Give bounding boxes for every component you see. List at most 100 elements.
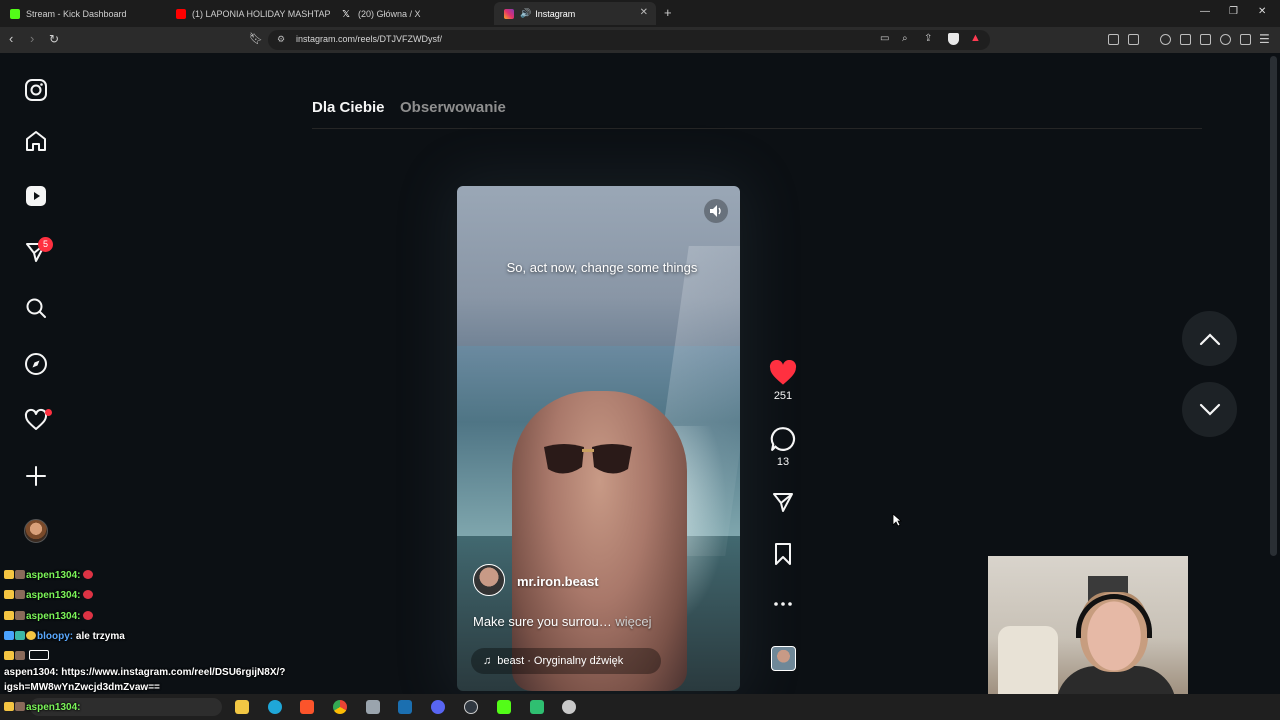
emote-icon <box>83 590 94 599</box>
cast-icon[interactable]: ▭ <box>880 33 889 44</box>
search-icon[interactable] <box>22 294 50 322</box>
tab-for-you[interactable]: Dla Ciebie <box>312 99 385 116</box>
new-tab-button[interactable]: + <box>664 5 672 20</box>
reels-icon[interactable] <box>22 182 50 210</box>
close-window-icon[interactable]: ✕ <box>1258 6 1266 17</box>
chat-username[interactable]: aspen1304: <box>26 611 80 622</box>
like-action[interactable]: 251 <box>768 360 798 402</box>
chat-username[interactable]: aspen1304: <box>26 570 80 581</box>
bookmark-icon[interactable] <box>772 542 794 566</box>
reel-video[interactable]: So, act now, change some things mr.iron.… <box>457 186 740 691</box>
reload-icon[interactable]: ↻ <box>49 32 59 46</box>
chat-username[interactable]: aspen1304: <box>26 702 80 713</box>
audio-thumbnail[interactable] <box>771 646 796 671</box>
reel-caption[interactable]: Make sure you surrou… więcej <box>473 614 651 629</box>
url-text: instagram.com/reels/DTJVFZWDysf/ <box>296 34 443 44</box>
home-icon[interactable] <box>22 127 50 155</box>
chat-username[interactable]: aspen1304: <box>26 590 80 601</box>
author-avatar[interactable] <box>473 564 505 596</box>
rewards-icon[interactable]: ▲ <box>970 32 981 44</box>
previous-reel-button[interactable] <box>1182 311 1237 366</box>
close-tab-icon[interactable]: ✕ <box>640 7 648 18</box>
save-action[interactable] <box>768 542 798 566</box>
tab-x[interactable]: 𝕏 (20) Główna / X <box>332 2 496 25</box>
brave-icon[interactable] <box>300 700 314 714</box>
tab-kick-dashboard[interactable]: Stream - Kick Dashboard <box>0 2 164 25</box>
menu-icon[interactable]: ☰ <box>1259 32 1270 46</box>
chat-link[interactable]: igsh=MW8wYnZwcjd3dmZvaw== <box>4 682 160 693</box>
chat-link[interactable]: https://www.instagram.com/reel/DSU6rgijN… <box>61 667 285 678</box>
back-icon[interactable]: ‹ <box>9 32 13 46</box>
tab-instagram[interactable]: 🔊 Instagram ✕ <box>494 2 656 25</box>
extensions-icon[interactable] <box>1108 34 1119 45</box>
emote-icon <box>15 611 25 620</box>
speaker-icon <box>710 205 721 217</box>
caption-more-link[interactable]: więcej <box>615 614 651 629</box>
tab-following[interactable]: Obserwowanie <box>400 99 506 116</box>
speaker-icon: 🔊 <box>520 8 532 18</box>
tab-title: Instagram <box>535 8 576 19</box>
send-icon[interactable] <box>770 490 796 514</box>
shield-icon[interactable] <box>948 33 959 45</box>
more-options-action[interactable] <box>768 598 798 610</box>
instagram-logo-icon[interactable] <box>22 76 50 104</box>
author-name[interactable]: mr.iron.beast <box>517 574 599 589</box>
vpn-icon[interactable] <box>1240 34 1251 45</box>
profile-avatar[interactable] <box>24 519 48 543</box>
url-field[interactable]: ⚙ instagram.com/reels/DTJVFZWDysf/ ▭ ⌕ ⇪… <box>268 30 990 50</box>
crown-badge-icon <box>4 611 14 620</box>
chat-message-continued: igsh=MW8wYnZwcjd3dmZvaw== <box>4 682 160 693</box>
emote-icon <box>15 702 25 711</box>
comment-count: 13 <box>776 456 790 468</box>
emote-icon <box>83 611 94 620</box>
chrome-icon[interactable] <box>333 700 347 714</box>
chat-message: aspen1304: <box>4 611 94 622</box>
x-favicon-icon: 𝕏 <box>342 8 351 20</box>
app-icon[interactable] <box>562 700 576 714</box>
restore-icon[interactable]: ❐ <box>1229 6 1238 17</box>
tab-title: (1) LAPONIA HOLIDAY MASHTAPE V… <box>192 8 330 19</box>
tab-search-icon[interactable] <box>1200 34 1211 45</box>
bookmark-icon[interactable]: 🔖︎ <box>249 32 263 46</box>
leo-icon[interactable] <box>1220 34 1231 45</box>
file-explorer-icon[interactable] <box>235 700 249 714</box>
media-icon[interactable] <box>1160 34 1171 45</box>
forward-icon[interactable]: › <box>30 32 34 46</box>
explore-icon[interactable] <box>22 350 50 378</box>
steam-icon[interactable] <box>398 700 412 714</box>
share-icon[interactable]: ⇪ <box>924 33 932 44</box>
create-plus-icon[interactable] <box>22 462 50 490</box>
app-icon[interactable] <box>366 700 380 714</box>
edge-icon[interactable] <box>268 700 282 714</box>
site-info-icon[interactable]: ⚙ <box>277 34 285 45</box>
heart-filled-icon[interactable] <box>769 360 797 386</box>
share-action[interactable] <box>768 490 798 514</box>
chat-username[interactable]: bloopy: <box>37 631 73 642</box>
comment-icon[interactable] <box>770 426 796 452</box>
caption-text: Make sure you surrou… <box>473 614 612 629</box>
youtube-favicon-icon <box>176 8 186 19</box>
next-reel-button[interactable] <box>1182 382 1237 437</box>
chat-message: aspen1304: <box>4 702 80 713</box>
discord-icon[interactable] <box>431 700 445 714</box>
emote-icon <box>83 570 94 579</box>
audio-pill[interactable]: ♫ beast · Oryginalny dźwięk <box>471 648 661 674</box>
chat-message: aspen1304: <box>4 570 94 581</box>
kick-icon[interactable] <box>497 700 511 714</box>
emote-icon <box>26 631 36 640</box>
sidebar-icon[interactable] <box>1180 34 1191 45</box>
sound-toggle-button[interactable] <box>704 199 728 223</box>
page-scrollbar[interactable] <box>1270 56 1277 556</box>
tab-youtube[interactable]: (1) LAPONIA HOLIDAY MASHTAPE V… <box>166 2 330 25</box>
chat-username[interactable]: aspen1304: <box>4 667 58 678</box>
emote-icon <box>15 651 25 660</box>
comment-action[interactable]: 13 <box>768 426 798 468</box>
instagram-favicon-icon <box>504 8 514 19</box>
minimize-icon[interactable]: — <box>1200 6 1210 17</box>
video-person <box>512 391 687 691</box>
obs-icon[interactable] <box>464 700 478 714</box>
app-icon[interactable] <box>530 700 544 714</box>
zoom-icon[interactable]: ⌕ <box>902 33 908 44</box>
more-dots-icon[interactable] <box>773 598 793 610</box>
wallet-icon[interactable] <box>1128 34 1139 45</box>
